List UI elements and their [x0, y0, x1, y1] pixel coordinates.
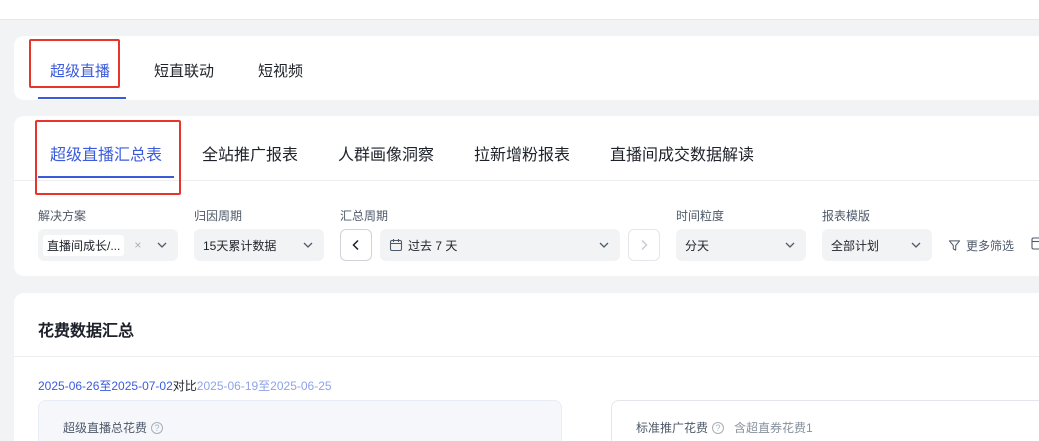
metric-label: 超级直播总花费 [63, 421, 148, 435]
summary-period-label: 汇总周期 [340, 209, 389, 223]
filter-icon [948, 240, 961, 251]
metric-label-row: 标准推广花费 ? 含超直券花费1 [636, 419, 813, 436]
highlight-box-subtab [35, 120, 181, 195]
solution-select[interactable]: 直播间成长/... × [38, 229, 178, 261]
tab-new-followers-report[interactable]: 拉新增粉报表 [474, 141, 570, 165]
prev-period-button[interactable] [340, 229, 372, 261]
summary-period-select[interactable]: 过去 7 天 [380, 229, 620, 261]
chevron-down-icon [157, 242, 167, 248]
template-value: 全部计划 [831, 238, 880, 253]
more-filters-label: 更多筛选 [966, 239, 1015, 253]
template-label: 报表模版 [822, 209, 871, 223]
next-period-button[interactable] [628, 229, 660, 261]
report-card: 超级直播汇总表 全站推广报表 人群画像洞察 拉新增粉报表 直播间成交数据解读 解… [14, 116, 1039, 276]
metric-label: 标准推广花费 [636, 421, 709, 435]
attribution-value: 15天累计数据 [203, 238, 277, 253]
download-icon[interactable] [1031, 237, 1039, 250]
chevron-down-icon [785, 242, 795, 248]
top-bar [0, 0, 1039, 20]
tab-short-video[interactable]: 短视频 [258, 60, 303, 81]
compare-label: 对比 [172, 379, 197, 393]
granularity-select[interactable]: 分天 [676, 229, 806, 261]
product-tabs-card: 超级直播 短直联动 短视频 [14, 36, 1039, 100]
metric-card-standard-cost[interactable]: 标准推广花费 ? 含超直券花费1 [611, 400, 1039, 441]
highlight-box-tab [29, 39, 120, 88]
metric-label-row: 超级直播总花费 ? [63, 419, 164, 436]
active-tab-underline [38, 97, 126, 99]
date-range: 2025-06-26至2025-07-02 [38, 379, 173, 393]
granularity-value: 分天 [685, 238, 710, 253]
summary-period-value: 过去 7 天 [408, 238, 458, 253]
chevron-down-icon [911, 242, 921, 248]
chevron-right-icon [641, 239, 648, 251]
tab-site-promotion-report[interactable]: 全站推广报表 [202, 141, 298, 165]
template-select[interactable]: 全部计划 [822, 229, 932, 261]
granularity-label: 时间粒度 [676, 209, 725, 223]
metric-note: 含超直券花费1 [734, 421, 813, 435]
clear-icon[interactable]: × [134, 238, 141, 252]
cost-summary-title: 花费数据汇总 [38, 323, 135, 340]
date-range-row: 2025-06-26至2025-07-02对比2025-06-19至2025-0… [38, 377, 332, 394]
tab-live-room-transactions[interactable]: 直播间成交数据解读 [610, 141, 754, 165]
solution-chip: 直播间成长/... [43, 234, 125, 256]
solution-label: 解决方案 [38, 209, 87, 223]
summary-divider [14, 356, 1039, 357]
calendar-icon [389, 239, 403, 252]
attribution-label: 归因周期 [194, 209, 243, 223]
help-icon[interactable]: ? [151, 421, 164, 434]
tab-audience-insight[interactable]: 人群画像洞察 [338, 141, 434, 165]
tab-short-live-link[interactable]: 短直联动 [154, 60, 214, 81]
compare-range: 2025-06-19至2025-06-25 [196, 379, 332, 393]
chevron-down-icon [303, 242, 313, 248]
more-filters-button[interactable]: 更多筛选 [948, 237, 1014, 254]
attribution-select[interactable]: 15天累计数据 [194, 229, 324, 261]
metric-card-total-cost[interactable]: 超级直播总花费 ? [38, 400, 562, 441]
chevron-left-icon [352, 239, 359, 251]
help-icon[interactable]: ? [712, 421, 725, 434]
cost-summary-card: 花费数据汇总 2025-06-26至2025-07-02对比2025-06-19… [14, 293, 1039, 441]
chevron-down-icon [599, 242, 609, 248]
